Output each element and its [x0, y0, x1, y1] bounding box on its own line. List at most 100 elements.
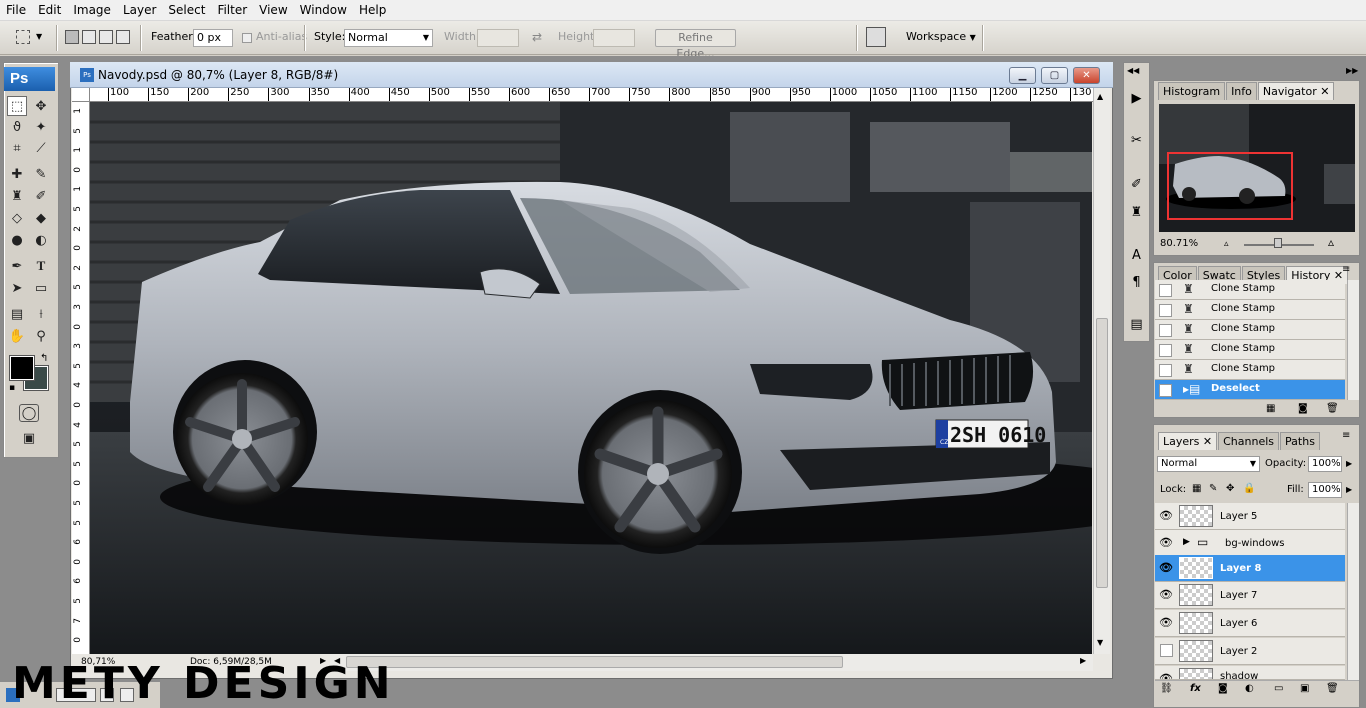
file-browser-icon[interactable] [866, 27, 886, 47]
menu-help[interactable]: Help [353, 0, 392, 21]
dodge-tool-icon[interactable]: ◐ [31, 230, 51, 250]
workspace-button[interactable]: Workspace ▼ [906, 29, 976, 46]
visibility-eye-icon[interactable]: 👁 [1158, 616, 1174, 630]
layer-row-selected[interactable]: 👁 Layer 8 [1155, 555, 1345, 582]
tool-presets-icon[interactable]: ✂ [1126, 130, 1147, 151]
type-tool-icon[interactable]: T [31, 256, 51, 276]
minimize-button[interactable]: ▁ [1009, 67, 1036, 84]
magic-wand-icon[interactable]: ✦ [31, 117, 51, 137]
feather-input[interactable]: 0 px [193, 29, 233, 47]
snapshot-checkbox[interactable] [1159, 284, 1172, 297]
new-layer-icon[interactable]: ▣ [1300, 683, 1309, 695]
opacity-input[interactable]: 100% [1308, 456, 1342, 472]
slice-tool-icon[interactable]: ⟋ [31, 138, 51, 158]
vertical-scrollbar[interactable]: ▲ ▼ [1093, 88, 1110, 654]
close-button[interactable]: ✕ [1073, 67, 1100, 84]
clone-source-icon[interactable]: ♜ [1126, 202, 1147, 223]
crop-tool-icon[interactable]: ⌗ [7, 138, 27, 158]
layer-comps-icon[interactable]: ▤ [1126, 314, 1147, 335]
lock-transparency-icon[interactable]: ▦ [1192, 483, 1201, 495]
panel-menu-icon[interactable]: ≡ [1342, 430, 1350, 441]
collapse-dock-icon[interactable]: ◀◀ [1127, 66, 1139, 75]
navigator-view-box[interactable] [1167, 152, 1293, 220]
opacity-slider-arrow-icon[interactable]: ▶ [1346, 458, 1352, 470]
default-colors-icon[interactable]: ▪ [9, 383, 15, 393]
snapshot-checkbox[interactable] [1159, 364, 1172, 377]
actions-panel-icon[interactable]: ▶ [1126, 88, 1147, 109]
horizontal-scrollbar[interactable]: ◀ ▶ [330, 654, 1093, 671]
fill-slider-arrow-icon[interactable]: ▶ [1346, 484, 1352, 496]
close-tab-icon[interactable]: ✕ [1203, 435, 1212, 448]
quick-mask-icon[interactable]: ◯ [19, 404, 39, 422]
navigator-zoom-value[interactable]: 80.71% [1160, 238, 1198, 250]
snapshot-checkbox[interactable] [1159, 384, 1172, 397]
preset-dropdown-arrow-icon[interactable]: ▼ [36, 29, 42, 45]
move-tool-icon[interactable]: ✥ [31, 96, 51, 116]
menu-layer[interactable]: Layer [117, 0, 162, 21]
trash-icon[interactable]: 🗑 [1326, 403, 1339, 415]
eraser-tool-icon[interactable]: ◇ [7, 208, 27, 228]
layer-row[interactable]: 👁 Layer 7 [1155, 582, 1345, 609]
lock-image-icon[interactable]: ✎ [1209, 483, 1217, 495]
panel-menu-icon[interactable]: ≡ [1342, 264, 1350, 275]
snapshot-checkbox[interactable] [1159, 344, 1172, 357]
scroll-down-icon[interactable]: ▼ [1097, 638, 1103, 647]
visibility-eye-icon[interactable]: 👁 [1158, 588, 1174, 602]
tab-histogram[interactable]: Histogram [1158, 82, 1226, 100]
eyedropper-icon[interactable]: ⟊ [31, 304, 51, 324]
hand-tool-icon[interactable]: ✋ [7, 326, 27, 346]
marquee-tool-icon[interactable]: ⬚ [7, 96, 27, 116]
paint-bucket-icon[interactable]: ◆ [31, 208, 51, 228]
link-layers-icon[interactable]: ⛓ [1160, 683, 1173, 695]
history-item[interactable]: ♜ Clone Stamp [1155, 340, 1345, 360]
adjustment-layer-icon[interactable]: ◐ [1245, 683, 1254, 695]
visibility-eye-icon[interactable]: 👁 [1158, 561, 1174, 575]
height-input[interactable] [593, 29, 635, 47]
horizontal-scroll-thumb[interactable] [346, 656, 843, 668]
screen-mode-icon[interactable]: ▣ [19, 428, 39, 448]
swap-colors-icon[interactable]: ↰ [40, 353, 48, 364]
brush-tool-icon[interactable]: ✎ [31, 164, 51, 184]
menu-view[interactable]: View [253, 0, 293, 21]
expand-group-icon[interactable]: ▶ [1183, 537, 1190, 547]
zoom-tool-icon[interactable]: ⚲ [31, 326, 51, 346]
history-item-selected[interactable]: ▸▤ Deselect [1155, 380, 1345, 400]
refine-edge-button[interactable]: Refine Edge... [655, 29, 736, 60]
tab-navigator[interactable]: Navigator ✕ [1257, 82, 1335, 100]
history-item[interactable]: ♜ Clone Stamp [1155, 280, 1345, 300]
lasso-tool-icon[interactable]: ϑ [7, 117, 27, 137]
canvas[interactable]: CZ 2SH 0610 [90, 102, 1092, 654]
paragraph-panel-icon[interactable]: ¶ [1126, 272, 1147, 293]
menu-edit[interactable]: Edit [32, 0, 67, 21]
history-item[interactable]: ♜ Clone Stamp [1155, 300, 1345, 320]
lock-position-icon[interactable]: ✥ [1226, 483, 1234, 495]
menu-window[interactable]: Window [294, 0, 353, 21]
new-snapshot-icon[interactable]: ◙ [1298, 403, 1308, 415]
menu-image[interactable]: Image [67, 0, 117, 21]
notes-tool-icon[interactable]: ▤ [7, 304, 27, 324]
foreground-color-swatch[interactable] [9, 355, 35, 381]
tab-channels[interactable]: Channels [1218, 432, 1280, 450]
new-selection-icon[interactable] [65, 30, 79, 44]
history-brush-icon[interactable]: ✐ [31, 186, 51, 206]
subtract-selection-icon[interactable] [99, 30, 113, 44]
history-item[interactable]: ♜ Clone Stamp [1155, 360, 1345, 380]
collapse-panel-icon[interactable]: ▶▶ [1346, 66, 1358, 75]
layer-row[interactable]: 👁 Layer 6 [1155, 610, 1345, 637]
clone-stamp-icon[interactable]: ♜ [7, 186, 27, 206]
layer-mask-icon[interactable]: ◙ [1218, 683, 1228, 695]
tab-layers[interactable]: Layers ✕ [1158, 432, 1218, 450]
menu-select[interactable]: Select [162, 0, 211, 21]
zoom-in-icon[interactable]: ▵ [1328, 236, 1334, 248]
swap-icon[interactable]: ⇄ [532, 29, 542, 45]
path-selection-icon[interactable]: ➤ [7, 278, 27, 298]
visibility-toggle-empty[interactable] [1160, 644, 1173, 657]
add-to-selection-icon[interactable] [82, 30, 96, 44]
delete-layer-icon[interactable]: 🗑 [1326, 683, 1339, 695]
character-panel-icon[interactable]: A [1126, 245, 1147, 266]
layer-row[interactable]: 👁 Layer 5 [1155, 503, 1345, 530]
ruler-origin[interactable] [72, 88, 90, 102]
vertical-scroll-thumb[interactable] [1096, 318, 1108, 588]
scroll-right-icon[interactable]: ▶ [1080, 656, 1086, 665]
scroll-up-icon[interactable]: ▲ [1097, 92, 1103, 101]
